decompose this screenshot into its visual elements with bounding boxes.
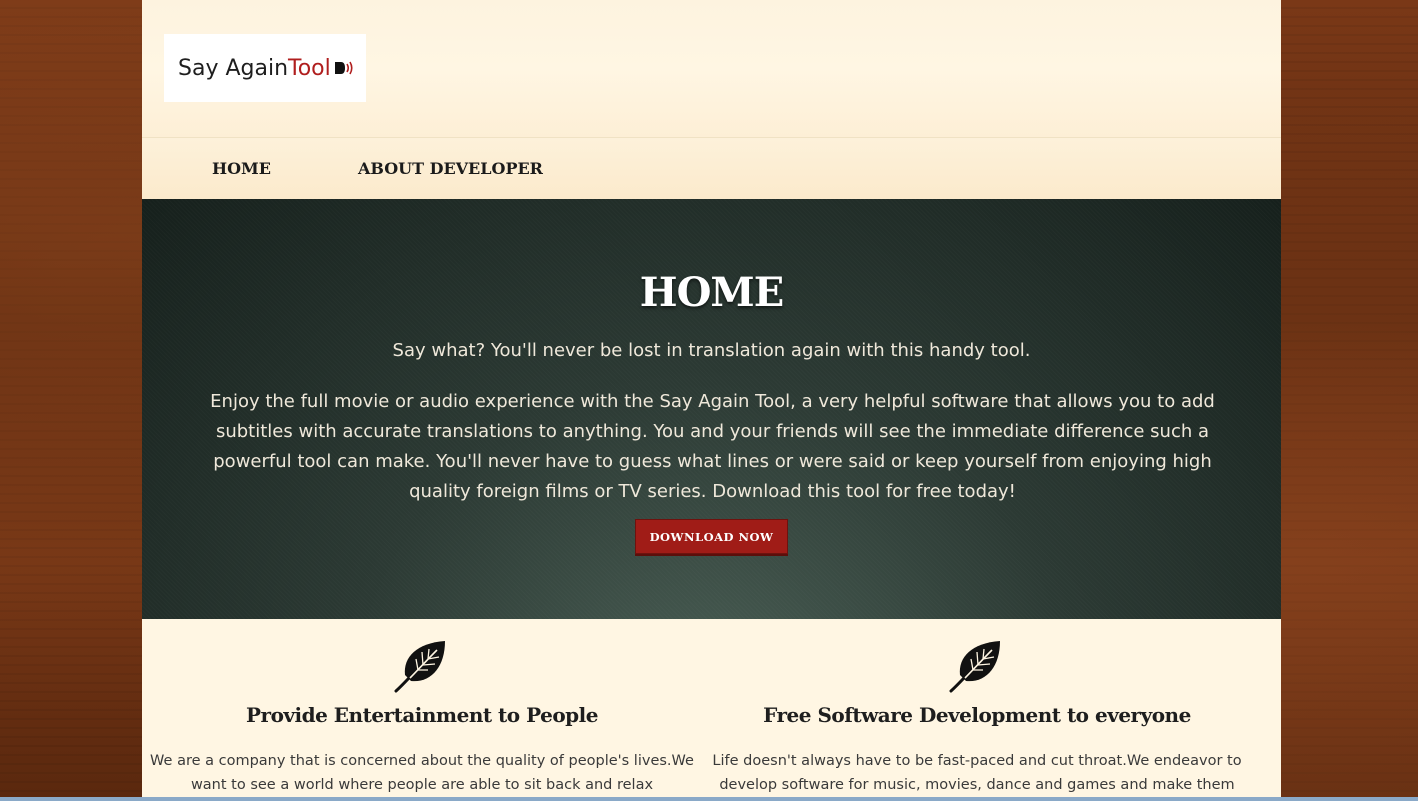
hero-tagline: Say what? You'll never be lost in transl… <box>392 340 1031 361</box>
nav-item-about-developer[interactable]: ABOUT DEVELOPER <box>358 159 543 178</box>
feature-text: We are a company that is concerned about… <box>150 753 694 793</box>
feature-title: Provide Entertainment to People <box>246 703 598 727</box>
page-title: HOME <box>639 269 784 316</box>
window-bottom-border <box>0 797 1418 801</box>
leaf-icon <box>394 641 445 693</box>
features-section: Provide Entertainment to People We are a… <box>142 619 1281 801</box>
speaker-sound-icon <box>334 61 353 75</box>
logo-text-accent: Tool <box>288 55 331 81</box>
feature-entertainment: Provide Entertainment to People We are a… <box>142 619 702 797</box>
logo-text: Say Again <box>178 55 289 81</box>
hero-section: HOME Say what? You'll never be lost in t… <box>142 199 1281 619</box>
leaf-icon <box>949 641 1000 693</box>
nav-item-home[interactable]: HOME <box>212 159 271 178</box>
hero-description: Enjoy the full movie or audio experience… <box>210 391 1215 502</box>
main-nav: HOME ABOUT DEVELOPER <box>142 138 1281 199</box>
feature-text: Life doesn't always have to be fast-pace… <box>712 753 1242 793</box>
feature-free-software: Free Software Development to everyone Li… <box>697 619 1257 797</box>
download-now-button[interactable]: DOWNLOAD NOW <box>635 519 788 554</box>
page-container: Say Again Tool HOME ABOUT DEVELOPER HOME… <box>142 0 1281 801</box>
site-header: Say Again Tool <box>142 0 1281 138</box>
feature-title: Free Software Development to everyone <box>763 703 1191 727</box>
site-logo[interactable]: Say Again Tool <box>164 34 366 102</box>
